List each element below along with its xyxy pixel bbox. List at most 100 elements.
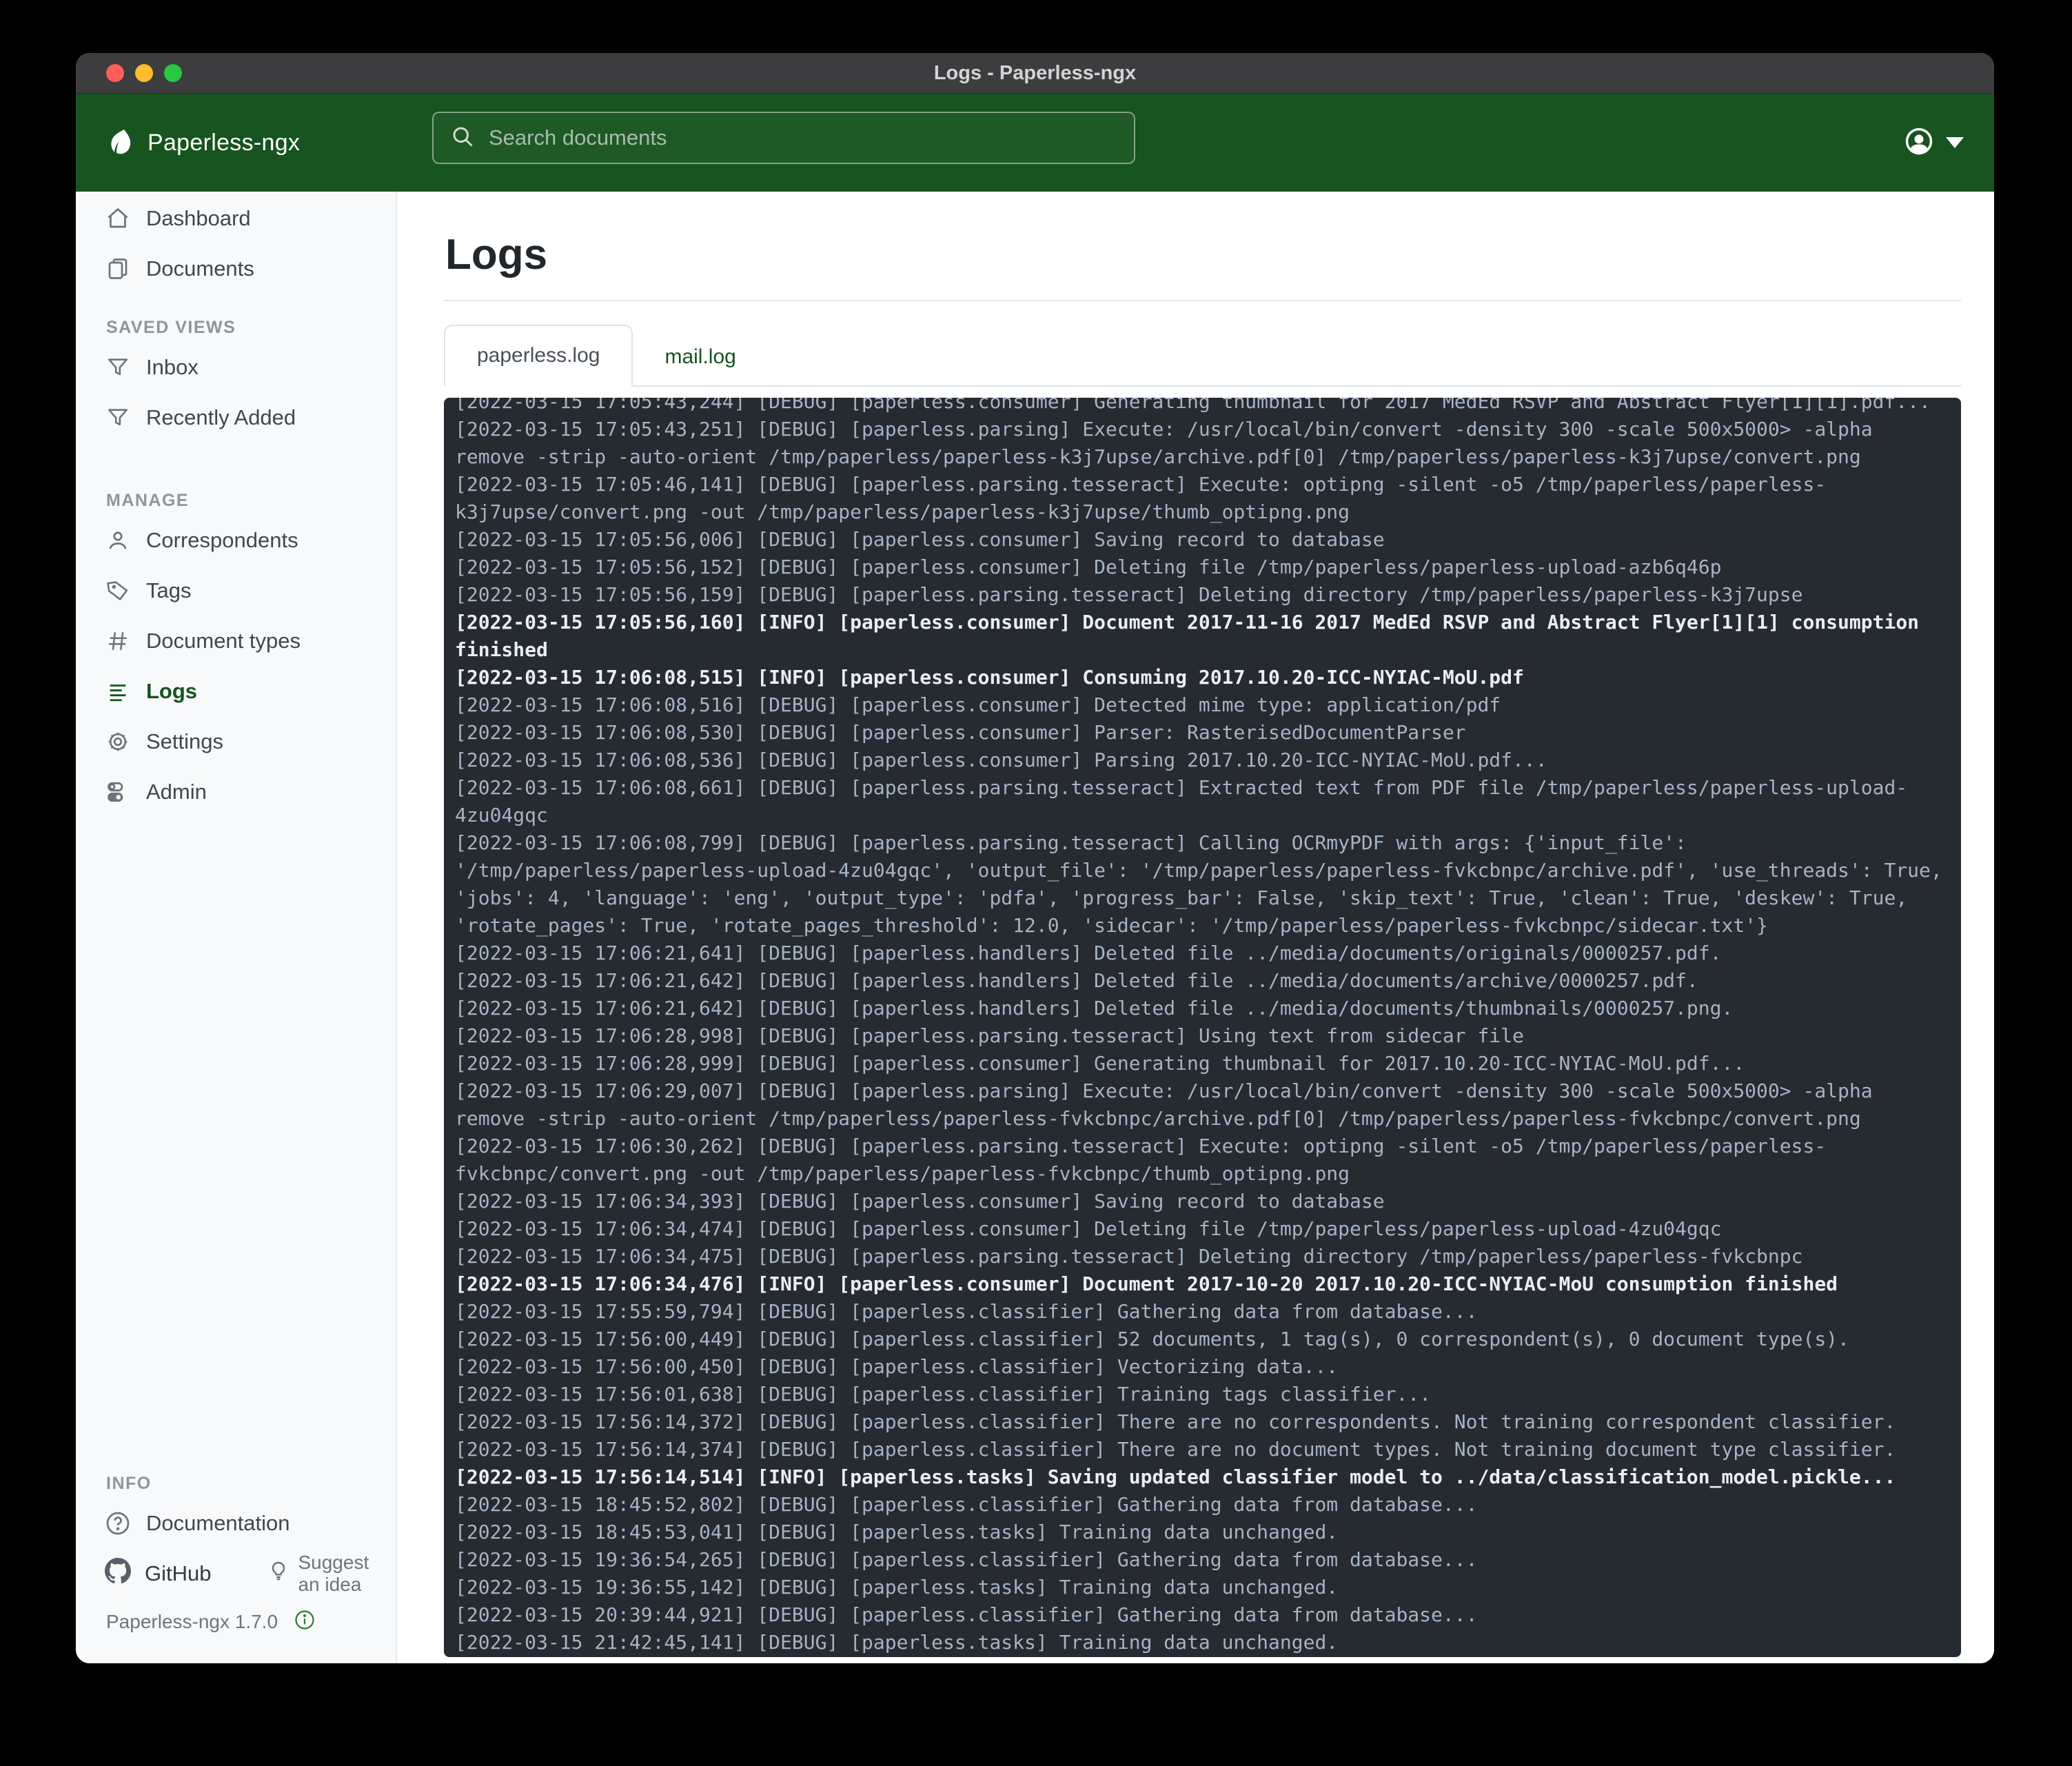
search-input[interactable] (487, 125, 1097, 151)
log-line: [2022-03-15 17:05:56,160] [INFO] [paperl… (455, 609, 1950, 664)
page-title: Logs (445, 230, 1994, 279)
log-line: [2022-03-15 20:39:44,921] [DEBUG] [paper… (455, 1601, 1950, 1629)
funnel-icon (105, 354, 131, 380)
log-line: [2022-03-15 18:45:52,802] [DEBUG] [paper… (455, 1491, 1950, 1519)
log-line: [2022-03-15 17:06:08,515] [INFO] [paperl… (455, 664, 1950, 691)
brand-name: Paperless-ngx (148, 130, 300, 156)
sidebar-item-correspondents[interactable]: Correspondents (76, 515, 396, 565)
log-line: [2022-03-15 17:06:08,536] [DEBUG] [paper… (455, 747, 1950, 774)
window-title: Logs - Paperless-ngx (934, 62, 1136, 85)
log-line: [2022-03-15 17:05:43,251] [DEBUG] [paper… (455, 416, 1950, 471)
log-line: [2022-03-15 17:06:34,475] [DEBUG] [paper… (455, 1243, 1950, 1270)
sidebar-item-suggest-idea[interactable]: Suggest an idea (267, 1552, 396, 1596)
sidebar-item-documentation[interactable]: Documentation (76, 1498, 396, 1548)
tab-paperless-log[interactable]: paperless.log (444, 325, 633, 387)
log-line: [2022-03-15 17:56:00,450] [DEBUG] [paper… (455, 1353, 1950, 1381)
log-line: [2022-03-15 19:36:55,142] [DEBUG] [paper… (455, 1574, 1950, 1601)
log-line: [2022-03-15 17:56:14,372] [DEBUG] [paper… (455, 1408, 1950, 1436)
window-controls (106, 53, 182, 93)
heading-divider (444, 300, 1961, 301)
documents-icon (105, 256, 131, 282)
user-menu-caret-icon[interactable] (1946, 137, 1964, 148)
sidebar-manage-items: Correspondents Tags Document types Logs Sett… (76, 515, 396, 817)
toggles-icon (105, 779, 131, 805)
person-icon (105, 527, 131, 554)
log-line: [2022-03-15 17:05:56,159] [DEBUG] [paper… (455, 581, 1950, 609)
tab-mail-log[interactable]: mail.log (633, 327, 767, 387)
github-icon (105, 1558, 131, 1590)
app-window: Logs - Paperless-ngx Paperless-ngx (76, 53, 1994, 1663)
top-navbar: Paperless-ngx (76, 94, 1994, 192)
sidebar: DashboardDocuments SAVED VIEWS InboxRece… (76, 192, 397, 1663)
sidebar-item-logs[interactable]: Logs (76, 666, 396, 716)
log-line: [2022-03-15 17:06:34,476] [INFO] [paperl… (455, 1270, 1950, 1298)
brand-logo-link[interactable]: Paperless-ngx (106, 127, 382, 159)
log-line: [2022-03-15 17:06:08,530] [DEBUG] [paper… (455, 719, 1950, 747)
log-line: [2022-03-15 17:06:29,007] [DEBUG] [paper… (455, 1077, 1950, 1133)
lightbulb-icon (267, 1560, 290, 1587)
sidebar-item-inbox[interactable]: Inbox (76, 342, 396, 392)
manage-section-label: MANAGE (76, 480, 396, 515)
log-line: [2022-03-15 17:06:21,641] [DEBUG] [paper… (455, 940, 1950, 967)
tag-icon (105, 578, 131, 604)
sidebar-item-dashboard[interactable]: Dashboard (76, 193, 396, 243)
log-line: [2022-03-15 17:06:21,642] [DEBUG] [paper… (455, 967, 1950, 995)
sidebar-item-label: Inbox (146, 355, 199, 380)
sidebar-item-github[interactable]: GitHub (105, 1558, 211, 1590)
funnel-icon (105, 405, 131, 431)
documentation-label: Documentation (146, 1511, 290, 1536)
info-section-label: INFO (76, 1463, 396, 1498)
leaf-logo-icon (106, 127, 138, 159)
sidebar-saved-views: Inbox Recently Added (76, 342, 396, 443)
sidebar-item-label: Logs (146, 679, 197, 704)
sidebar-item-admin[interactable]: Admin (76, 767, 396, 817)
github-label: GitHub (145, 1561, 211, 1586)
log-line: [2022-03-15 17:06:21,642] [DEBUG] [paper… (455, 995, 1950, 1022)
log-line: [2022-03-15 17:06:28,998] [DEBUG] [paper… (455, 1022, 1950, 1050)
log-line: [2022-03-15 17:06:34,474] [DEBUG] [paper… (455, 1215, 1950, 1243)
macos-titlebar: Logs - Paperless-ngx (76, 53, 1994, 94)
user-avatar-icon[interactable] (1905, 127, 1933, 159)
log-line: [2022-03-15 17:06:28,999] [DEBUG] [paper… (455, 1050, 1950, 1077)
log-line: [2022-03-15 17:56:14,374] [DEBUG] [paper… (455, 1436, 1950, 1463)
main-content: Logs paperless.logmail.log [2022-03-15 1… (397, 192, 1994, 1663)
log-line: [2022-03-15 17:06:34,393] [DEBUG] [paper… (455, 1188, 1950, 1215)
log-line: [2022-03-15 17:05:56,006] [DEBUG] [paper… (455, 526, 1950, 554)
log-line: [2022-03-15 17:06:08,661] [DEBUG] [paper… (455, 774, 1950, 829)
sidebar-item-label: Admin (146, 780, 207, 804)
log-lines: [2022-03-15 17:05:43,244] [DEBUG] [paper… (455, 398, 1950, 1656)
sidebar-item-label: Document types (146, 629, 301, 653)
app-version: Paperless-ngx 1.7.0 (106, 1611, 278, 1633)
search-box[interactable] (432, 112, 1135, 164)
log-line: [2022-03-15 17:05:43,244] [DEBUG] [paper… (455, 398, 1950, 416)
sidebar-item-label: Correspondents (146, 528, 298, 553)
log-line: [2022-03-15 21:42:45,141] [DEBUG] [paper… (455, 1629, 1950, 1656)
log-line: [2022-03-15 19:36:54,265] [DEBUG] [paper… (455, 1546, 1950, 1574)
sidebar-item-documents[interactable]: Documents (76, 243, 396, 294)
gear-icon (105, 729, 131, 755)
sidebar-item-label: Tags (146, 578, 191, 603)
home-icon (105, 205, 131, 232)
close-window-button[interactable] (106, 64, 124, 82)
log-line: [2022-03-15 17:05:46,141] [DEBUG] [paper… (455, 471, 1950, 526)
log-line: [2022-03-15 17:06:30,262] [DEBUG] [paper… (455, 1133, 1950, 1188)
sidebar-item-label: Recently Added (146, 405, 296, 430)
sidebar-item-label: Dashboard (146, 206, 251, 231)
list-icon (105, 678, 131, 704)
sidebar-item-label: Documents (146, 256, 254, 281)
log-output-panel[interactable]: [2022-03-15 17:05:43,244] [DEBUG] [paper… (444, 398, 1961, 1657)
sidebar-item-document-types[interactable]: Document types (76, 616, 396, 666)
log-line: [2022-03-15 17:55:59,794] [DEBUG] [paper… (455, 1298, 1950, 1326)
sidebar-item-tags[interactable]: Tags (76, 565, 396, 616)
minimize-window-button[interactable] (135, 64, 153, 82)
log-tabs: paperless.logmail.log (444, 326, 1961, 387)
sidebar-item-recently-added[interactable]: Recently Added (76, 392, 396, 443)
sidebar-item-label: Settings (146, 729, 223, 754)
info-circle-icon[interactable] (294, 1610, 315, 1635)
sidebar-item-settings[interactable]: Settings (76, 716, 396, 767)
log-line: [2022-03-15 17:56:01,638] [DEBUG] [paper… (455, 1381, 1950, 1408)
log-line: [2022-03-15 17:56:14,514] [INFO] [paperl… (455, 1463, 1950, 1491)
zoom-window-button[interactable] (164, 64, 182, 82)
log-line: [2022-03-15 17:56:00,449] [DEBUG] [paper… (455, 1326, 1950, 1353)
log-line: [2022-03-15 18:45:53,041] [DEBUG] [paper… (455, 1519, 1950, 1546)
